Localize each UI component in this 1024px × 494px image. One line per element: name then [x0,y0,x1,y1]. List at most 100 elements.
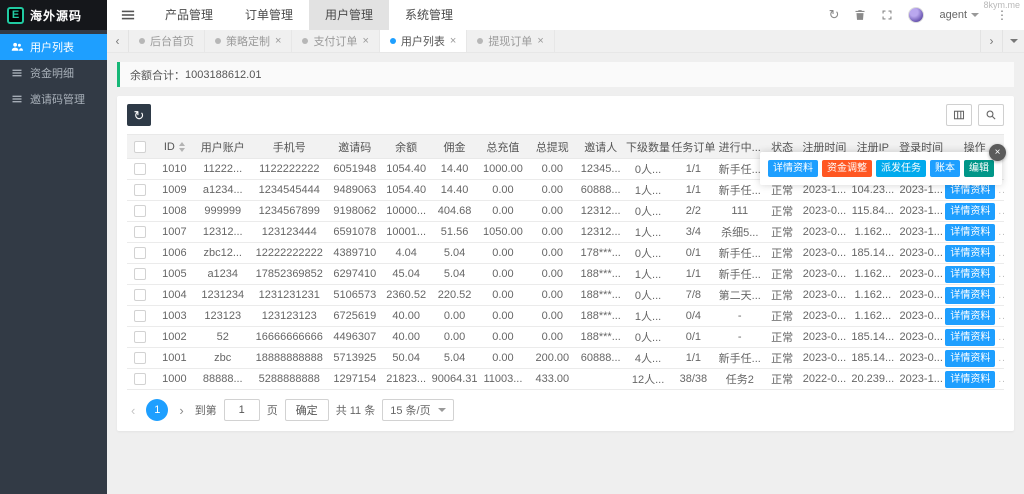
detail-button[interactable]: 详情资料 [945,308,995,325]
table-cell: 1.162... [849,285,897,306]
edit-button[interactable]: 编辑 [964,160,994,177]
nav-item-products[interactable]: 产品管理 [149,0,229,30]
more-actions-toggle[interactable]: .. [998,248,1006,259]
detail-button[interactable]: 详情资料 [768,160,818,177]
trash-icon[interactable] [854,9,866,21]
row-checkbox[interactable] [134,226,146,238]
tabs-scroll-right-icon[interactable]: › [980,30,1002,52]
row-checkbox[interactable] [134,205,146,217]
sidebar-item-invite-codes[interactable]: 邀请码管理 [0,86,107,112]
refresh-icon[interactable]: ↻ [829,7,840,23]
tab-close-icon[interactable]: × [450,36,456,47]
table-row: 100712312...123123444659107810001...51.5… [127,222,1004,243]
more-actions-toggle[interactable]: .. [998,269,1006,280]
row-checkbox[interactable] [134,310,146,322]
detail-button[interactable]: 详情资料 [945,266,995,283]
table-cell: 200.00 [528,348,576,369]
sidebar-item-user-list[interactable]: 用户列表 [0,34,107,60]
detail-button[interactable]: 详情资料 [945,224,995,241]
table-cell: 1人... [625,180,671,201]
tabs-scroll-left-icon[interactable]: ‹ [107,30,129,52]
sidebar-item-funds-detail[interactable]: 资金明细 [0,60,107,86]
detail-button[interactable]: 详情资料 [945,350,995,367]
sort-icon[interactable] [179,142,185,152]
table-toolbar: ↻ [127,104,1004,126]
table-row: 10041231234123123123151065732360.52220.5… [127,285,1004,306]
table-row: 1003123123123123123672561940.000.000.000… [127,306,1004,327]
table-cell: 60888... [577,348,625,369]
more-actions-toggle[interactable]: .. [998,185,1006,196]
detail-button[interactable]: 详情资料 [945,287,995,304]
detail-button[interactable]: 详情资料 [945,371,995,388]
detail-button[interactable]: 详情资料 [945,245,995,262]
table-cell: 1231231231 [250,285,329,306]
refresh-table-button[interactable]: ↻ [127,104,151,126]
dispatch-task-button[interactable]: 派发任务 [876,160,926,177]
table-cell: 188***... [577,306,625,327]
tab-dashboard[interactable]: 后台首页 [129,30,205,52]
more-actions-toggle[interactable]: .. [998,374,1006,385]
table-cell: 50.04 [381,348,431,369]
user-menu[interactable]: agent [939,9,979,21]
table-cell: 185.14... [849,327,897,348]
table-cell: 1006 [153,243,195,264]
tab-user-list[interactable]: 用户列表 × [380,30,467,52]
row-checkbox[interactable] [134,247,146,259]
more-actions-toggle[interactable]: .. [998,311,1006,322]
more-actions-toggle[interactable]: .. [998,206,1006,217]
adjust-funds-button[interactable]: 资金调整 [822,160,872,177]
close-actions-icon[interactable]: × [989,144,1006,161]
table-cell: 88888... [196,369,250,390]
tab-dot-icon [139,38,145,44]
per-page-select[interactable]: 15 条/页 [382,399,453,421]
table-cell: 38/38 [671,369,715,390]
username-label: agent [939,9,967,21]
detail-button[interactable]: 详情资料 [945,203,995,220]
table-cell: 2023-0... [897,285,945,306]
table-cell: 新手任... [716,348,764,369]
prev-page-icon[interactable]: ‹ [127,403,139,418]
more-actions-toggle[interactable]: .. [998,353,1006,364]
table-cell: 0.00 [528,327,576,348]
tab-close-icon[interactable]: × [275,36,281,47]
more-actions-toggle[interactable]: .. [998,227,1006,238]
row-checkbox[interactable] [134,373,146,385]
tab-close-icon[interactable]: × [537,36,543,47]
row-checkbox[interactable] [134,289,146,301]
row-checkbox[interactable] [134,331,146,343]
next-page-icon[interactable]: › [175,403,187,418]
collapse-sidebar-icon[interactable] [107,0,149,30]
row-checkbox[interactable] [134,184,146,196]
row-checkbox[interactable] [134,352,146,364]
nav-item-orders[interactable]: 订单管理 [229,0,309,30]
current-page[interactable]: 1 [146,399,168,421]
ledger-button[interactable]: 账本 [930,160,960,177]
select-all-checkbox[interactable] [134,141,146,153]
tab-withdraw-orders[interactable]: 提现订单 × [467,30,554,52]
search-table-button[interactable] [978,104,1004,126]
tab-strategy[interactable]: 策略定制 × [205,30,292,52]
columns-filter-button[interactable] [946,104,972,126]
nav-item-system[interactable]: 系统管理 [389,0,469,30]
table-cell: 11222... [196,159,250,180]
goto-page-input[interactable] [224,399,260,421]
user-avatar[interactable] [908,7,924,23]
tabs-menu-icon[interactable] [1002,30,1024,52]
table-cell: 1054.40 [381,180,431,201]
row-checkbox[interactable] [134,268,146,280]
nav-item-users[interactable]: 用户管理 [309,0,389,30]
detail-button[interactable]: 详情资料 [945,329,995,346]
table-cell: 正常 [764,264,800,285]
more-actions-toggle[interactable]: .. [998,332,1006,343]
more-actions-toggle[interactable]: .. [998,290,1006,301]
tab-close-icon[interactable]: × [362,36,368,47]
table-cell: 1007 [153,222,195,243]
more-menu-icon[interactable]: ⋮ [994,8,1010,22]
fullscreen-icon[interactable] [881,9,893,21]
table-cell: 6591078 [329,222,381,243]
confirm-page-button[interactable]: 确定 [285,399,329,421]
sidebar-item-label: 资金明细 [30,65,74,81]
row-checkbox[interactable] [134,163,146,175]
tab-pay-orders[interactable]: 支付订单 × [292,30,379,52]
col-id[interactable]: ID [153,135,195,159]
